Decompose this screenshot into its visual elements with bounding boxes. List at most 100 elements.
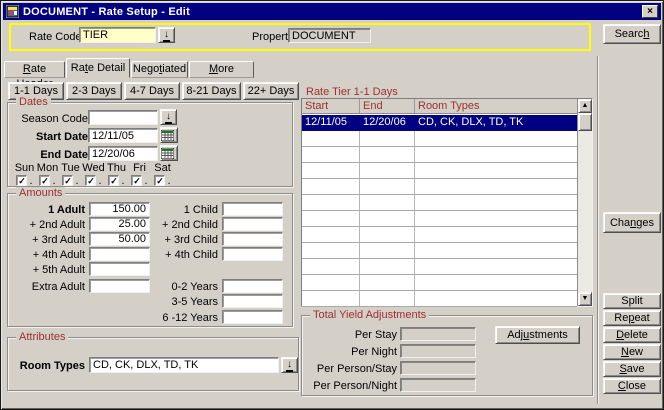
- child-row-3-input[interactable]: [222, 247, 283, 261]
- end-date-calendar-button[interactable]: [160, 145, 178, 161]
- search-button[interactable]: Search: [603, 24, 661, 44]
- yield-input-0[interactable]: [400, 327, 476, 341]
- tab-2-3-days[interactable]: 2-3 Days: [66, 82, 122, 100]
- year-row-2-input[interactable]: [222, 310, 283, 324]
- weekday-checkbox[interactable]: ✓: [16, 175, 27, 186]
- cell-room-types: CD, CK, DLX, TD, TK: [415, 115, 577, 130]
- scroll-down-icon[interactable]: ▼: [578, 292, 592, 306]
- tier-table-empty-row[interactable]: [302, 195, 577, 211]
- year-row-1-label: 3-5 Years: [8, 296, 218, 308]
- repeat-button[interactable]: Repeat: [603, 310, 661, 326]
- child-row-2-input[interactable]: [222, 232, 283, 246]
- tab-rate-header[interactable]: Rate Header: [4, 61, 65, 78]
- start-date-calendar-button[interactable]: [160, 127, 178, 143]
- yield-input-2[interactable]: [400, 361, 476, 375]
- child-row-0-label: 1 Child: [8, 204, 218, 216]
- start-date-label: Start Date: [8, 131, 88, 143]
- tab-22-days[interactable]: 22+ Days: [243, 82, 299, 100]
- weekday-label: Mon: [36, 162, 59, 174]
- year-row-0-label: 0-2 Years: [8, 281, 218, 293]
- room-types-lov-button[interactable]: ↓: [281, 357, 298, 373]
- cell-start: [302, 227, 360, 242]
- tier-table-empty-row[interactable]: [302, 259, 577, 275]
- season-code-lov-button[interactable]: ↓: [160, 109, 177, 125]
- cell-room-types: [415, 179, 577, 194]
- weekday-check-row: ✓.: [105, 175, 128, 186]
- season-code-input[interactable]: [88, 110, 158, 125]
- cell-room-types: [415, 211, 577, 226]
- weekday-label: Wed: [82, 162, 105, 174]
- weekday-dot: .: [75, 177, 78, 186]
- adult-row-4-input[interactable]: [89, 262, 150, 276]
- side-button-stack: SplitRepeatDeleteNewSaveClose: [603, 293, 661, 394]
- weekday-label: Thu: [105, 162, 128, 174]
- tab-4-7-days[interactable]: 4-7 Days: [124, 82, 180, 100]
- amounts-group-title: Amounts: [16, 187, 65, 199]
- split-button[interactable]: Split: [603, 293, 661, 309]
- delete-button[interactable]: Delete: [603, 327, 661, 343]
- tab-more[interactable]: More: [189, 61, 254, 78]
- close-icon[interactable]: ×: [642, 5, 658, 18]
- cell-room-types: [415, 291, 577, 306]
- year-row-0-input[interactable]: [222, 279, 283, 293]
- cell-start: [302, 179, 360, 194]
- start-date-input[interactable]: [88, 128, 158, 143]
- tier-table-empty-row[interactable]: [302, 243, 577, 259]
- yield-group-title: Total Yield Adjustments: [310, 309, 429, 321]
- cell-start: [302, 243, 360, 258]
- child-row-1-label: + 2nd Child: [8, 219, 218, 231]
- weekday-column: Sun✓.: [13, 162, 36, 186]
- weekday-checkbox[interactable]: ✓: [131, 175, 142, 186]
- title-bar[interactable]: DOCUMENT - Rate Setup - Edit ×: [3, 3, 661, 20]
- tab-negotiated[interactable]: Negotiated: [131, 61, 188, 78]
- yield-label-3: Per Person/Night: [302, 380, 397, 392]
- rate-code-lov-button[interactable]: ↓: [158, 27, 175, 43]
- new-button[interactable]: New: [603, 344, 661, 360]
- tier-table-empty-row[interactable]: [302, 131, 577, 147]
- child-row-1-input[interactable]: [222, 217, 283, 231]
- child-row-2-label: + 3rd Child: [8, 234, 218, 246]
- tier-table-empty-row[interactable]: [302, 179, 577, 195]
- weekday-label: Tue: [59, 162, 82, 174]
- tier-table-row[interactable]: 12/11/0512/20/06CD, CK, DLX, TD, TK: [302, 115, 577, 131]
- tier-table-empty-row[interactable]: [302, 275, 577, 291]
- yield-input-1[interactable]: [400, 344, 476, 358]
- tier-table-empty-row[interactable]: [302, 147, 577, 163]
- weekday-dot: .: [29, 177, 32, 186]
- end-date-input[interactable]: [88, 146, 158, 161]
- save-button[interactable]: Save: [603, 361, 661, 377]
- cell-end: [360, 259, 415, 274]
- adjustments-button[interactable]: Adjustments: [495, 326, 580, 344]
- weekday-checkbox[interactable]: ✓: [39, 175, 50, 186]
- close-button[interactable]: Close: [603, 378, 661, 394]
- tier-table-empty-row[interactable]: [302, 227, 577, 243]
- dates-group: Dates Season Code ↓ Start Date End Date …: [7, 102, 293, 187]
- weekday-column: Wed✓.: [82, 162, 105, 186]
- weekday-dot: .: [167, 177, 170, 186]
- room-types-input[interactable]: [89, 357, 279, 373]
- tier-table-empty-row[interactable]: [302, 211, 577, 227]
- weekday-checkbox[interactable]: ✓: [108, 175, 119, 186]
- weekday-checkbox[interactable]: ✓: [62, 175, 73, 186]
- weekday-checkbox[interactable]: ✓: [85, 175, 96, 186]
- yield-input-3[interactable]: [400, 378, 476, 392]
- changes-button[interactable]: Changes: [603, 212, 661, 233]
- year-row-1-input[interactable]: [222, 294, 283, 308]
- attributes-group-title: Attributes: [16, 331, 68, 343]
- rate-code-input[interactable]: [79, 27, 156, 43]
- scroll-up-icon[interactable]: ▲: [578, 99, 592, 113]
- weekday-checkbox[interactable]: ✓: [154, 175, 165, 186]
- table-scrollbar[interactable]: ▲ ▼: [577, 99, 592, 306]
- tab-rate-detail[interactable]: Rate Detail: [66, 58, 130, 78]
- scrollbar-thumb[interactable]: [578, 113, 592, 131]
- tab-8-21-days[interactable]: 8-21 Days: [182, 82, 241, 100]
- cell-end: [360, 179, 415, 194]
- tier-table-empty-row[interactable]: [302, 291, 577, 307]
- weekday-column: Sat✓.: [151, 162, 174, 186]
- child-row-3-label: + 4th Child: [8, 249, 218, 261]
- rate-code-label: Rate Code: [29, 30, 82, 44]
- yield-label-1: Per Night: [302, 346, 397, 358]
- lov-icon: ↓: [286, 359, 293, 372]
- tier-table-empty-row[interactable]: [302, 163, 577, 179]
- child-row-0-input[interactable]: [222, 202, 283, 216]
